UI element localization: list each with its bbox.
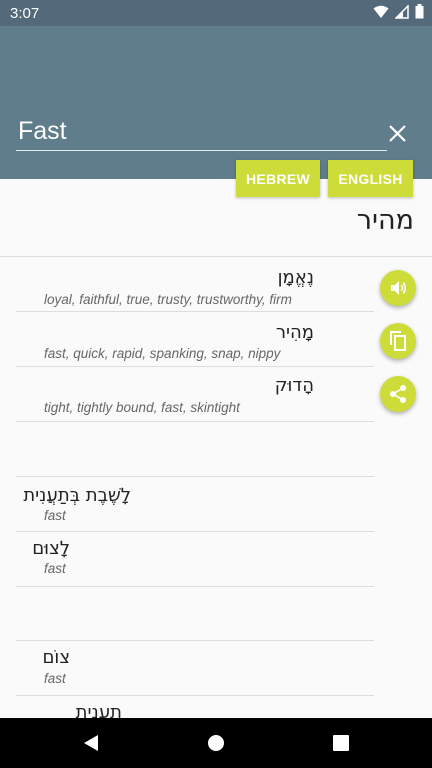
result-word: מהיר (356, 205, 414, 236)
hebrew-word: הָדוּק (274, 375, 314, 396)
hebrew-word: צוֹם (42, 647, 70, 668)
status-time: 3:07 (10, 5, 40, 22)
navigation-bar (0, 718, 432, 768)
list-item[interactable]: נֶאֱמָן loyal, faithful, true, trusty, t… (16, 257, 374, 312)
clear-search-button[interactable] (384, 120, 410, 146)
speak-button[interactable] (380, 270, 416, 306)
list-spacer (16, 587, 374, 641)
list-item[interactable]: לָשֶׁבֶת בְּתַעֲנִית fast (16, 477, 374, 532)
volume-icon (391, 281, 407, 295)
english-button[interactable]: ENGLISH (328, 160, 413, 197)
translation-text: tight, tightly bound, fast, skintight (44, 400, 240, 415)
home-button[interactable] (205, 732, 227, 754)
translation-list: נֶאֱמָן loyal, faithful, true, trusty, t… (16, 257, 374, 751)
hebrew-button[interactable]: HEBREW (236, 160, 320, 197)
hebrew-word: מָהִיר (275, 322, 314, 343)
signal-icon (395, 4, 409, 19)
recents-icon (333, 735, 349, 751)
search-header (0, 26, 432, 179)
hebrew-word: לָשֶׁבֶת בְּתַעֲנִית (23, 485, 131, 506)
hebrew-word: נֶאֱמָן (277, 267, 314, 288)
status-bar: 3:07 (0, 0, 432, 26)
hebrew-word: לָצוּם (32, 538, 70, 559)
list-spacer (16, 422, 374, 477)
home-icon (208, 735, 224, 751)
wifi-icon (373, 5, 389, 18)
translation-text: fast (44, 508, 66, 523)
translation-text: loyal, faithful, true, trusty, trustwort… (44, 292, 292, 307)
search-underline (16, 150, 387, 151)
list-item[interactable]: הָדוּק tight, tightly bound, fast, skint… (16, 367, 374, 422)
close-icon (388, 124, 406, 142)
status-icons (373, 4, 424, 19)
share-icon (390, 385, 406, 403)
translation-text: fast, quick, rapid, spanking, snap, nipp… (44, 346, 281, 361)
back-button[interactable] (80, 732, 102, 754)
recents-button[interactable] (330, 732, 352, 754)
translation-text: fast (44, 671, 66, 686)
back-icon (84, 735, 98, 751)
copy-icon (390, 331, 406, 351)
search-input[interactable] (18, 114, 328, 148)
translation-text: fast (44, 561, 66, 576)
list-item[interactable]: מָהִיר fast, quick, rapid, spanking, sna… (16, 312, 374, 367)
list-item[interactable]: לָצוּם fast (16, 532, 374, 587)
copy-button[interactable] (380, 323, 416, 359)
share-button[interactable] (380, 376, 416, 412)
battery-icon (415, 4, 424, 19)
list-item[interactable]: צוֹם fast (16, 641, 374, 696)
